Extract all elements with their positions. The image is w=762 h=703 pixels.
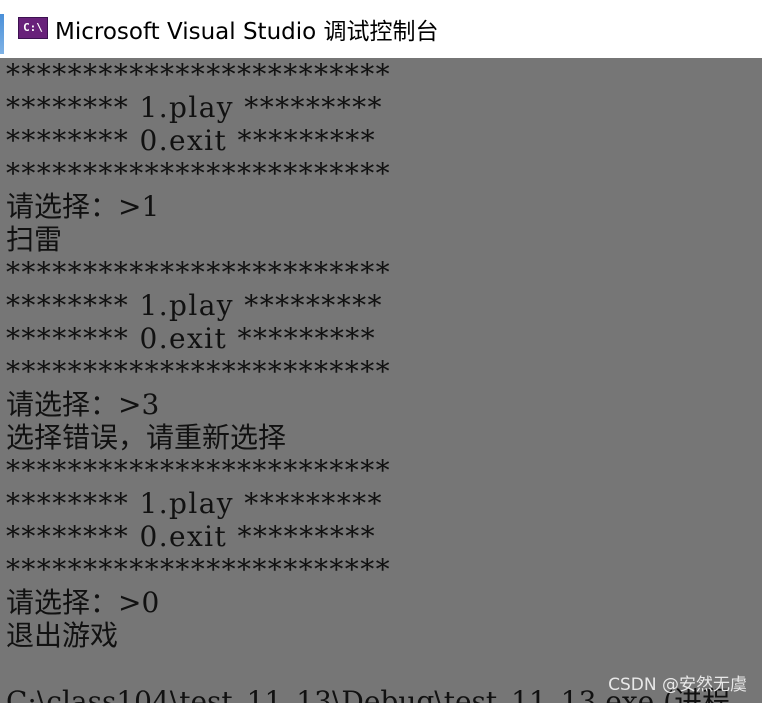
output-line: 退出游戏 <box>6 619 119 652</box>
console-window: C:\ Microsoft Visual Studio 调试控制台 ******… <box>0 0 762 703</box>
title-bar[interactable]: C:\ Microsoft Visual Studio 调试控制台 <box>0 0 762 58</box>
menu-border-line: ************************* <box>6 256 391 289</box>
menu-exit-line: ******** 0.exit ********* <box>6 124 377 157</box>
menu-play-line: ******** 1.play ********* <box>6 289 383 322</box>
window-title: Microsoft Visual Studio 调试控制台 <box>55 19 439 45</box>
prompt-line: 请选择：>3 <box>6 388 160 421</box>
console-app-icon: C:\ <box>18 17 48 39</box>
prompt-line: 请选择：>0 <box>6 586 160 619</box>
window-edge-accent <box>0 14 4 54</box>
console-output[interactable]: ************************* ******** 1.pla… <box>6 58 762 703</box>
menu-border-line: ************************* <box>6 157 391 190</box>
prompt-line: 请选择：>1 <box>6 190 160 223</box>
menu-play-line: ******** 1.play ********* <box>6 487 383 520</box>
menu-exit-line: ******** 0.exit ********* <box>6 322 377 355</box>
output-line: 选择错误，请重新选择 <box>6 421 287 454</box>
menu-exit-line: ******** 0.exit ********* <box>6 520 377 553</box>
menu-border-line: ************************* <box>6 553 391 586</box>
menu-play-line: ******** 1.play ********* <box>6 91 383 124</box>
menu-border-line: ************************* <box>6 355 391 388</box>
csdn-watermark: CSDN @安然无虞 <box>608 675 747 695</box>
menu-border-line: ************************* <box>6 454 391 487</box>
output-line: 扫雷 <box>6 223 63 256</box>
menu-border-line: ************************* <box>6 58 391 91</box>
